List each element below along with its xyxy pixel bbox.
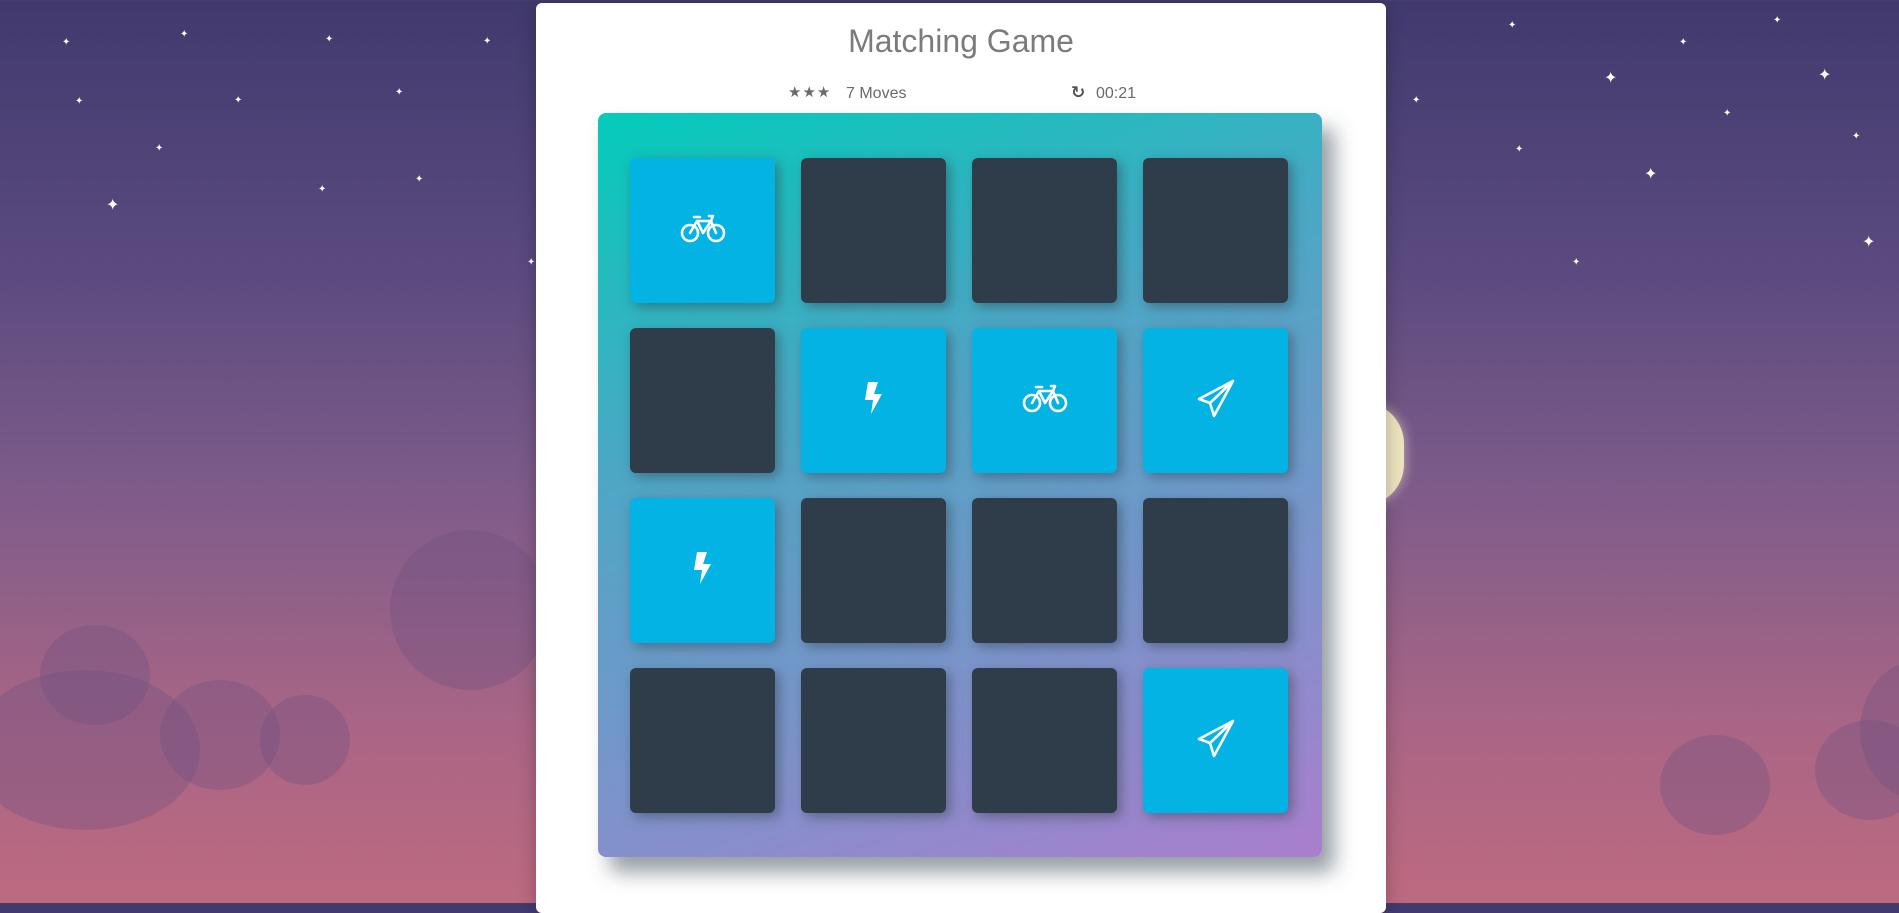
card[interactable] (801, 668, 946, 813)
star-decoration: ✦ (527, 257, 536, 268)
card[interactable] (801, 158, 946, 303)
star-rating: ★★★ (788, 83, 831, 101)
star-decoration: ✦ (1818, 65, 1832, 84)
star-decoration: ✦ (1773, 15, 1782, 26)
star-decoration: ✦ (1723, 108, 1732, 119)
card-deck (598, 113, 1322, 857)
star-decoration: ✦ (106, 195, 120, 214)
bolt-icon (692, 551, 714, 590)
star-icon: ★ (802, 83, 817, 101)
star-decoration: ✦ (1412, 95, 1421, 106)
star-icon: ★ (788, 83, 803, 101)
card[interactable] (1143, 498, 1288, 643)
score-panel: ★★★ 7 Moves ↻ 00:21 (536, 83, 1386, 105)
card[interactable] (1143, 328, 1288, 473)
star-decoration: ✦ (155, 143, 164, 154)
star-decoration: ✦ (1508, 20, 1517, 31)
card[interactable] (972, 158, 1117, 303)
paper-plane-icon (1196, 378, 1236, 423)
star-decoration: ✦ (415, 174, 424, 185)
bicycle-icon (680, 213, 726, 248)
game-container: Matching Game ★★★ 7 Moves ↻ 00:21 (536, 3, 1386, 913)
card[interactable] (630, 328, 775, 473)
card[interactable] (630, 158, 775, 303)
card[interactable] (972, 328, 1117, 473)
star-decoration: ✦ (1604, 68, 1618, 87)
card[interactable] (972, 668, 1117, 813)
star-decoration: ✦ (1862, 232, 1876, 251)
star-decoration: ✦ (180, 29, 189, 40)
star-decoration: ✦ (1852, 131, 1861, 142)
card[interactable] (630, 668, 775, 813)
timer: 00:21 (1096, 85, 1137, 102)
paper-plane-icon (1196, 718, 1236, 763)
card[interactable] (1143, 158, 1288, 303)
star-decoration: ✦ (75, 96, 84, 107)
star-decoration: ✦ (318, 184, 327, 195)
card[interactable] (801, 498, 946, 643)
cloud-decoration (260, 695, 350, 785)
cloud-decoration (1815, 720, 1899, 820)
star-decoration: ✦ (325, 34, 334, 45)
card[interactable] (972, 498, 1117, 643)
star-decoration: ✦ (1572, 257, 1581, 268)
cloud-decoration (1660, 735, 1770, 835)
bicycle-icon (1022, 383, 1068, 418)
star-decoration: ✦ (395, 87, 404, 98)
restart-icon[interactable]: ↻ (1071, 83, 1085, 103)
card[interactable] (801, 328, 946, 473)
star-decoration: ✦ (1679, 37, 1688, 48)
bolt-icon (863, 381, 885, 420)
cloud-decoration (390, 530, 550, 690)
moves-counter: 7 Moves (846, 85, 907, 102)
star-decoration: ✦ (234, 95, 243, 106)
card[interactable] (630, 498, 775, 643)
star-decoration: ✦ (1644, 164, 1658, 183)
star-decoration: ✦ (483, 36, 492, 47)
game-title: Matching Game (848, 23, 1074, 59)
card[interactable] (1143, 668, 1288, 813)
star-decoration: ✦ (62, 37, 71, 48)
star-icon: ★ (816, 83, 832, 101)
star-decoration: ✦ (1515, 144, 1524, 155)
